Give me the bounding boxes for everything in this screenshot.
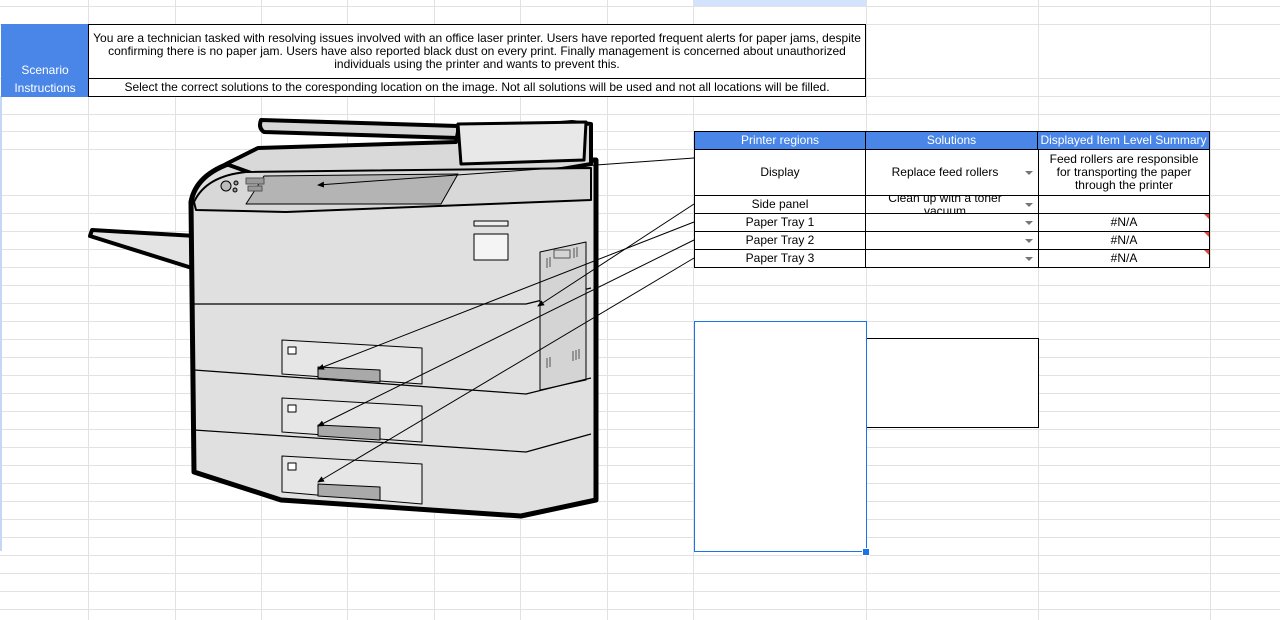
summary-cell-side-panel[interactable]: [1038, 195, 1210, 214]
dropdown-arrow-icon[interactable]: [1025, 239, 1033, 243]
display-panel: [245, 173, 459, 205]
scenario-instruction-cell[interactable]: Select the correct solutions to the core…: [88, 78, 866, 97]
summary-cell-paper-tray-2[interactable]: #N/A: [1038, 231, 1210, 250]
column-selection-highlight: [694, 0, 866, 6]
region-cell-paper-tray-2[interactable]: Paper Tray 2: [694, 231, 866, 250]
scenario-description: You are a technician tasked with resolvi…: [93, 31, 861, 71]
scanner-lid: [258, 118, 460, 140]
scenario-label-line1: Scenario: [21, 63, 69, 77]
header-printer-regions[interactable]: Printer regions: [694, 131, 866, 150]
error-indicator-icon[interactable]: [1204, 232, 1209, 237]
summary-text-paper-tray-1: #N/A: [1110, 215, 1138, 229]
header-summary[interactable]: Displayed Item Level Summary: [1038, 131, 1210, 150]
summary-cell-display[interactable]: Feed rollers are responsible for transpo…: [1038, 149, 1210, 196]
dropdown-arrow-icon[interactable]: [1025, 257, 1033, 261]
solution-dropdown-paper-tray-2[interactable]: [865, 231, 1039, 250]
region-cell-paper-tray-1[interactable]: Paper Tray 1: [694, 213, 866, 232]
solution-dropdown-display[interactable]: Replace feed rollers: [865, 149, 1039, 196]
summary-cell-paper-tray-1[interactable]: #N/A: [1038, 213, 1210, 232]
scenario-label-cell[interactable]: Scenario Instructions: [1, 24, 89, 97]
solution-dropdown-paper-tray-1[interactable]: [865, 213, 1039, 232]
selected-cell-range[interactable]: [694, 321, 867, 552]
scenario-description-cell[interactable]: You are a technician tasked with resolvi…: [88, 24, 866, 79]
summary-text-paper-tray-3: #N/A: [1110, 251, 1138, 265]
printer-image: [88, 118, 599, 519]
output-tray: [88, 228, 198, 270]
error-indicator-icon[interactable]: [1204, 250, 1209, 255]
scenario-instruction: Select the correct solutions to the core…: [124, 80, 830, 94]
header-solutions[interactable]: Solutions: [866, 131, 1038, 150]
dropdown-arrow-icon[interactable]: [1025, 203, 1033, 207]
region-cell-side-panel[interactable]: Side panel: [694, 195, 866, 214]
dropdown-arrow-icon[interactable]: [1025, 171, 1033, 175]
error-indicator-icon[interactable]: [1204, 214, 1209, 219]
region-cell-display[interactable]: Display: [694, 149, 866, 196]
solution-dropdown-side-panel[interactable]: Clean up with a toner vacuum: [865, 195, 1039, 214]
solution-dropdown-paper-tray-3[interactable]: [865, 249, 1039, 268]
region-cell-paper-tray-3[interactable]: Paper Tray 3: [694, 249, 866, 268]
summary-cell-paper-tray-3[interactable]: #N/A: [1038, 249, 1210, 268]
solution-value-display: Replace feed rollers: [891, 165, 999, 179]
selection-fill-handle[interactable]: [862, 548, 870, 556]
empty-bordered-range[interactable]: [866, 338, 1039, 428]
solution-value-side-panel: Clean up with a toner vacuum: [888, 195, 1002, 214]
row-selection-highlight: [0, 96, 2, 551]
summary-text-display: Feed rollers are responsible for transpo…: [1049, 152, 1199, 192]
summary-text-paper-tray-2: #N/A: [1110, 233, 1138, 247]
scenario-label-line2: Instructions: [14, 81, 76, 95]
dropdown-arrow-icon[interactable]: [1025, 221, 1033, 225]
